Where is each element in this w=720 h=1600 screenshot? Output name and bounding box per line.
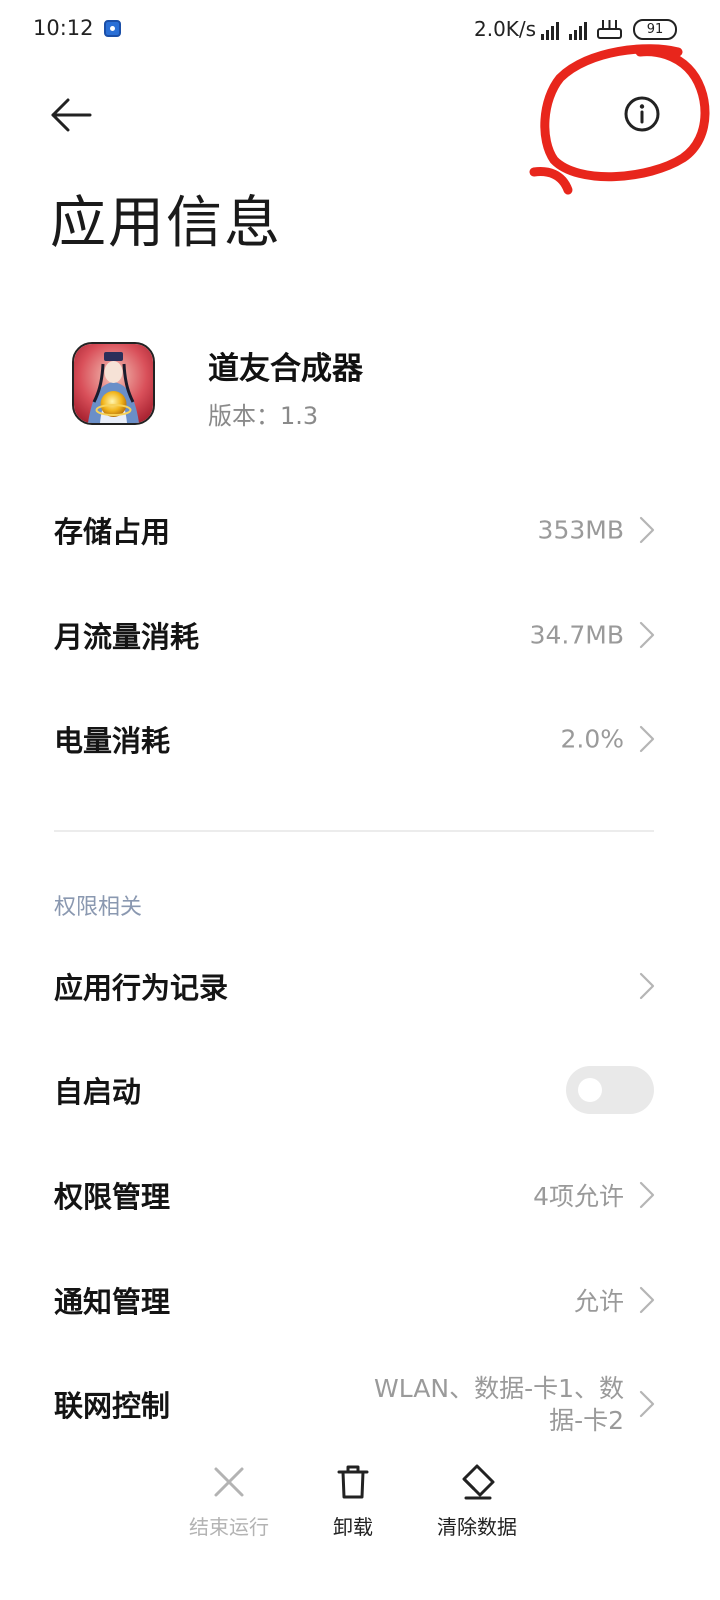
battery-icon: 91 [633, 19, 677, 40]
bottom-action-bar: 结束运行 卸载 清除数据 [0, 1445, 720, 1600]
chevron-right-icon [639, 516, 655, 544]
section-divider [54, 830, 654, 832]
page-title: 应用信息 [50, 191, 282, 256]
clear-data-label: 清除数据 [437, 1515, 517, 1539]
app-version: 版本：1.3 [208, 402, 319, 430]
signal-icon [569, 22, 591, 40]
row-value: 2.0% [560, 724, 624, 754]
row-label: 联网控制 [54, 1389, 171, 1423]
row-value: WLAN、数据-卡1、数据-卡2 [374, 1374, 624, 1435]
chevron-right-icon [639, 1390, 655, 1418]
row-label: 自启动 [54, 1075, 142, 1109]
toggle-knob [578, 1078, 602, 1102]
app-behavior-log-row[interactable]: 应用行为记录 [0, 938, 720, 1034]
storage-usage-row[interactable]: 存储占用 353MB [0, 482, 720, 578]
row-label: 月流量消耗 [54, 620, 200, 654]
app-name: 道友合成器 [208, 351, 363, 387]
row-value: 4项允许 [533, 1182, 624, 1211]
row-value: 允许 [573, 1287, 624, 1316]
network-speed: 2.0K/s [474, 17, 537, 41]
status-time: 10:12 [33, 16, 94, 40]
data-usage-row[interactable]: 月流量消耗 34.7MB [0, 587, 720, 683]
chevron-right-icon [639, 1286, 655, 1314]
trash-icon [337, 1465, 369, 1499]
row-value: 34.7MB [529, 620, 624, 650]
chevron-right-icon [639, 1181, 655, 1209]
battery-usage-row[interactable]: 电量消耗 2.0% [0, 691, 720, 787]
close-icon [214, 1467, 244, 1497]
force-stop-label: 结束运行 [189, 1515, 269, 1539]
wifi-router-icon [597, 20, 622, 39]
force-stop-button[interactable]: 结束运行 [169, 1463, 289, 1540]
app-notification-icon [104, 20, 121, 37]
clear-data-button[interactable]: 清除数据 [417, 1463, 537, 1540]
row-label: 电量消耗 [54, 724, 171, 758]
autostart-toggle[interactable] [566, 1066, 654, 1114]
info-icon[interactable] [614, 86, 670, 142]
row-label: 权限管理 [54, 1180, 171, 1214]
chevron-right-icon [639, 972, 655, 1000]
permissions-section-title: 权限相关 [54, 895, 143, 920]
chevron-right-icon [639, 725, 655, 753]
notification-manage-row[interactable]: 通知管理 允许 [0, 1252, 720, 1348]
row-label: 存储占用 [54, 515, 171, 549]
permission-manage-row[interactable]: 权限管理 4项允许 [0, 1147, 720, 1243]
status-bar: 10:12 2.0K/s 91 [0, 0, 720, 62]
back-arrow-icon[interactable] [44, 92, 100, 138]
network-control-row[interactable]: 联网控制 WLAN、数据-卡1、数据-卡2 [0, 1356, 720, 1452]
chevron-right-icon [639, 621, 655, 649]
uninstall-button[interactable]: 卸载 [293, 1463, 413, 1540]
eraser-icon [462, 1464, 495, 1500]
row-label: 通知管理 [54, 1285, 171, 1319]
uninstall-label: 卸载 [333, 1515, 373, 1539]
signal-icon [541, 22, 563, 40]
row-value: 353MB [537, 515, 624, 545]
row-label: 应用行为记录 [54, 971, 229, 1005]
app-icon [72, 342, 155, 425]
autostart-row: 自启动 [0, 1042, 720, 1138]
